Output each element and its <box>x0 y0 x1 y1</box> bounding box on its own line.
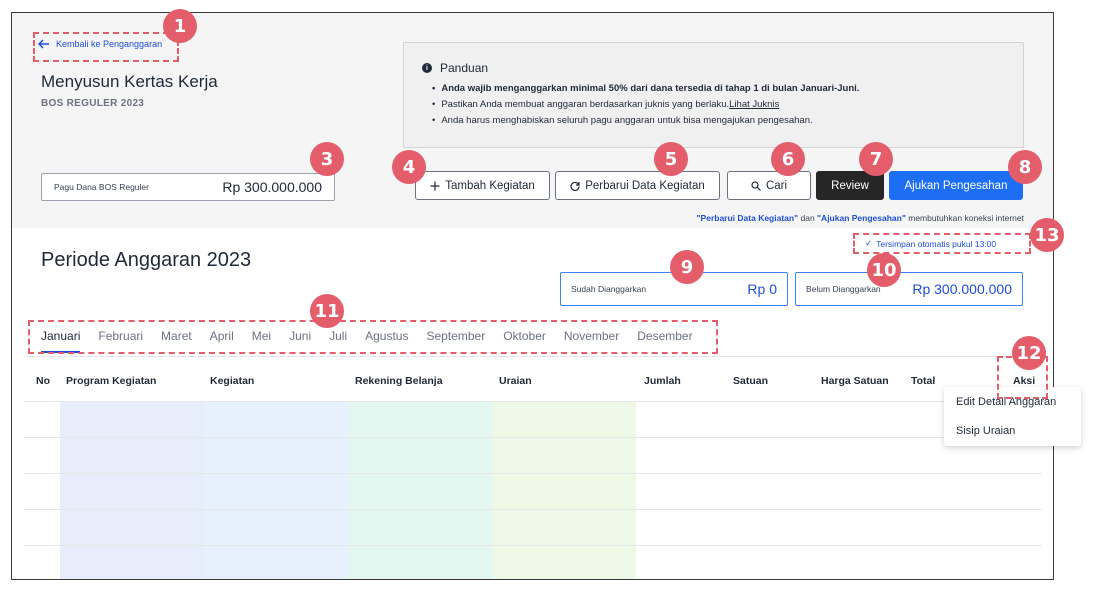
table-row <box>24 473 1042 474</box>
table-row <box>24 545 1042 546</box>
table-row <box>24 437 1042 438</box>
annotation-badge: 5 <box>654 142 688 176</box>
perbarui-data-label: Perbarui Data Kegiatan <box>585 179 705 192</box>
table-row <box>24 509 1042 510</box>
annotation-badge: 9 <box>670 250 704 284</box>
refresh-icon <box>570 181 580 191</box>
plus-icon <box>430 181 440 190</box>
column-kegiatan-bg <box>204 401 348 579</box>
app-window: Kembali ke Penganggaran Menyusun Kertas … <box>11 12 1054 580</box>
col-header-satuan: Satuan <box>733 375 769 387</box>
pagu-dana-box: Pagu Dana BOS Reguler Rp 300.000.000 <box>41 173 335 201</box>
table-row <box>24 401 1042 402</box>
column-rekening-bg <box>348 401 492 579</box>
guide-item: Anda wajib menganggarkan minimal 50% dar… <box>432 81 859 97</box>
cari-label: Cari <box>765 179 788 192</box>
page-title: Menyusun Kertas Kerja <box>41 72 218 91</box>
tambah-kegiatan-button[interactable]: Tambah Kegiatan <box>415 171 550 200</box>
tabs-divider <box>24 356 1042 357</box>
belum-dianggarkan-box: Belum Dianggarkan Rp 300.000.000 <box>795 272 1023 306</box>
tambah-kegiatan-label: Tambah Kegiatan <box>445 179 535 192</box>
annotation-badge: 10 <box>867 253 901 287</box>
annotation-badge: 12 <box>1012 336 1046 370</box>
page-subtitle: BOS REGULER 2023 <box>41 98 145 109</box>
period-title: Periode Anggaran 2023 <box>41 249 252 271</box>
connection-notice: "Perbarui Data Kegiatan" dan "Ajukan Pen… <box>697 213 1024 223</box>
annotation-badge: 13 <box>1030 218 1064 252</box>
sudah-value: Rp 0 <box>747 281 777 297</box>
guide-panel: i Panduan Anda wajib menganggarkan minim… <box>403 42 1024 148</box>
notice-highlight: "Perbarui Data Kegiatan" <box>696 213 799 223</box>
perbarui-data-button[interactable]: Perbarui Data Kegiatan <box>555 171 720 200</box>
table-header: No Program Kegiatan Kegiatan Rekening Be… <box>12 373 1053 401</box>
annotation-badge: 7 <box>859 142 893 176</box>
annotation-badge: 1 <box>163 9 197 43</box>
menu-item-sisip-uraian[interactable]: Sisip Uraian <box>944 416 1081 445</box>
ajukan-pengesahan-button[interactable]: Ajukan Pengesahan <box>889 171 1023 200</box>
guide-list: Anda wajib menganggarkan minimal 50% dar… <box>432 81 859 129</box>
notice-text: dan <box>798 213 818 223</box>
belum-value: Rp 300.000.000 <box>912 281 1012 297</box>
col-header-no: No <box>36 375 50 387</box>
annotation-badge: 4 <box>392 150 426 184</box>
annotation-badge: 6 <box>771 142 805 176</box>
annotation-box <box>33 32 179 62</box>
guide-item: Anda harus menghabiskan seluruh pagu ang… <box>432 113 859 129</box>
col-header-harga: Harga Satuan <box>821 375 889 387</box>
column-program-bg <box>60 401 204 579</box>
guide-header: i Panduan <box>422 61 488 75</box>
col-header-program: Program Kegiatan <box>66 375 157 387</box>
annotation-badge: 11 <box>310 294 344 328</box>
annotation-badge: 3 <box>310 142 344 176</box>
search-icon <box>751 180 761 191</box>
annotation-badge: 8 <box>1008 150 1042 184</box>
column-uraian-bg <box>492 401 636 579</box>
col-header-jumlah: Jumlah <box>644 375 681 387</box>
notice-highlight: "Ajukan Pengesahan" <box>817 213 906 223</box>
sudah-label: Sudah Dianggarkan <box>571 284 647 294</box>
notice-text: membutuhkan koneksi internet <box>905 213 1024 223</box>
pagu-label: Pagu Dana BOS Reguler <box>54 182 149 192</box>
pagu-value: Rp 300.000.000 <box>222 179 322 195</box>
col-header-total: Total <box>911 375 936 387</box>
col-header-kegiatan: Kegiatan <box>210 375 255 387</box>
col-header-uraian: Uraian <box>499 375 532 387</box>
annotation-box <box>853 233 1031 254</box>
info-icon: i <box>422 63 432 73</box>
col-header-rekening: Rekening Belanja <box>355 375 443 387</box>
lihat-juknis-link[interactable]: Lihat Juknis <box>729 99 779 110</box>
annotation-box <box>28 320 718 354</box>
guide-title: Panduan <box>440 61 489 75</box>
cari-button[interactable]: Cari <box>727 171 811 200</box>
guide-item-text: Pastikan Anda membuat anggaran berdasark… <box>441 99 730 110</box>
belum-label: Belum Dianggarkan <box>806 284 881 294</box>
guide-item: Pastikan Anda membuat anggaran berdasark… <box>432 97 859 113</box>
